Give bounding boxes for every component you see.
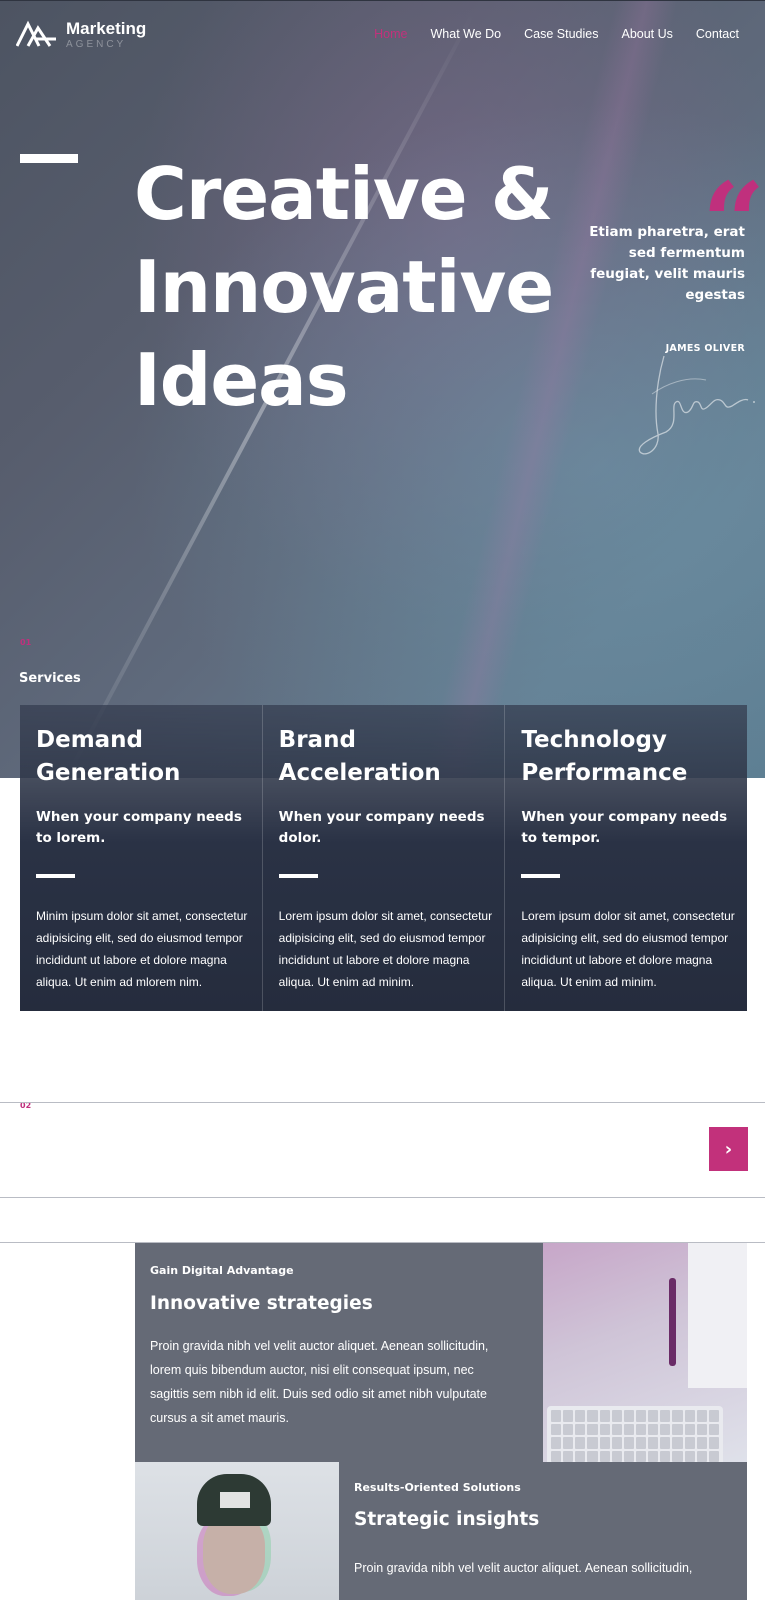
service-card[interactable]: Technology Performance When your company… <box>505 705 748 1011</box>
section-number: 01 <box>20 638 32 647</box>
brand-tagline: AGENCY <box>66 39 127 50</box>
hero-dash-decoration <box>20 154 78 163</box>
card-divider <box>278 874 318 878</box>
service-card[interactable]: Demand Generation When your company need… <box>20 705 263 1011</box>
signature-image <box>638 355 755 455</box>
desk-keyboard-image <box>543 1243 747 1462</box>
service-card-title: Demand Generation <box>36 727 181 786</box>
card-divider <box>521 874 561 878</box>
pen-shape <box>669 1278 676 1366</box>
services-label: Services <box>19 671 81 686</box>
nav-item-about-us[interactable]: About Us <box>621 27 672 41</box>
nav-item-case-studies[interactable]: Case Studies <box>524 27 598 41</box>
brand-logo[interactable]: Marketing AGENCY <box>16 20 146 50</box>
nav-item-what-we-do[interactable]: What We Do <box>431 27 502 41</box>
brand-name: Marketing <box>66 19 147 38</box>
service-card-body: Lorem ipsum dolor sit amet, consectetur … <box>278 909 493 989</box>
face-shape <box>203 1514 265 1594</box>
service-card[interactable]: Brand Acceleration When your company nee… <box>262 705 506 1011</box>
keyboard-shape <box>547 1406 723 1462</box>
feature-body: Proin gravida nibh vel velit auctor aliq… <box>150 1339 489 1425</box>
card-divider <box>36 874 75 878</box>
service-card-subtitle: When your company needs to tempor. <box>521 809 728 846</box>
service-card-title: Technology Performance <box>521 727 688 786</box>
feature-title: Innovative strategies <box>150 1293 373 1314</box>
feature-block: Gain Digital Advantage Innovative strate… <box>135 1243 543 1462</box>
logo-mark-icon <box>16 20 56 47</box>
notebook-shape <box>688 1243 747 1388</box>
next-button[interactable]: › <box>709 1127 748 1171</box>
services-grid: Demand Generation When your company need… <box>20 705 748 1011</box>
main-nav: Home What We Do Case Studies About Us Co… <box>351 27 739 41</box>
nav-item-contact[interactable]: Contact <box>696 27 739 41</box>
hero-title: Creative & Innovative Ideas <box>134 152 554 422</box>
feature-title: Strategic insights <box>354 1509 540 1530</box>
service-card-body: Lorem ipsum dolor sit amet, consectetur … <box>521 909 735 989</box>
chevron-right-icon: › <box>724 1138 733 1160</box>
feature-body: Proin gravida nibh vel velit auctor aliq… <box>354 1561 693 1575</box>
service-card-subtitle: When your company needs dolor. <box>278 809 485 846</box>
hero-quote: Etiam pharetra, erat sed fermentum feugi… <box>589 224 745 303</box>
divider <box>0 1197 765 1198</box>
feature-block: Results-Oriented Solutions Strategic ins… <box>339 1462 747 1600</box>
portrait-image <box>135 1462 339 1600</box>
nav-item-home[interactable]: Home <box>374 27 407 41</box>
feature-kicker: Results-Oriented Solutions <box>354 1481 521 1494</box>
divider <box>0 1102 765 1103</box>
quote-author: JAMES OLIVER <box>665 343 745 354</box>
service-card-subtitle: When your company needs to lorem. <box>36 809 242 846</box>
top-border <box>0 0 765 1</box>
service-card-title: Brand Acceleration <box>278 727 441 786</box>
feature-kicker: Gain Digital Advantage <box>150 1264 294 1277</box>
service-card-body: Minim ipsum dolor sit amet, consectetur … <box>36 909 248 989</box>
